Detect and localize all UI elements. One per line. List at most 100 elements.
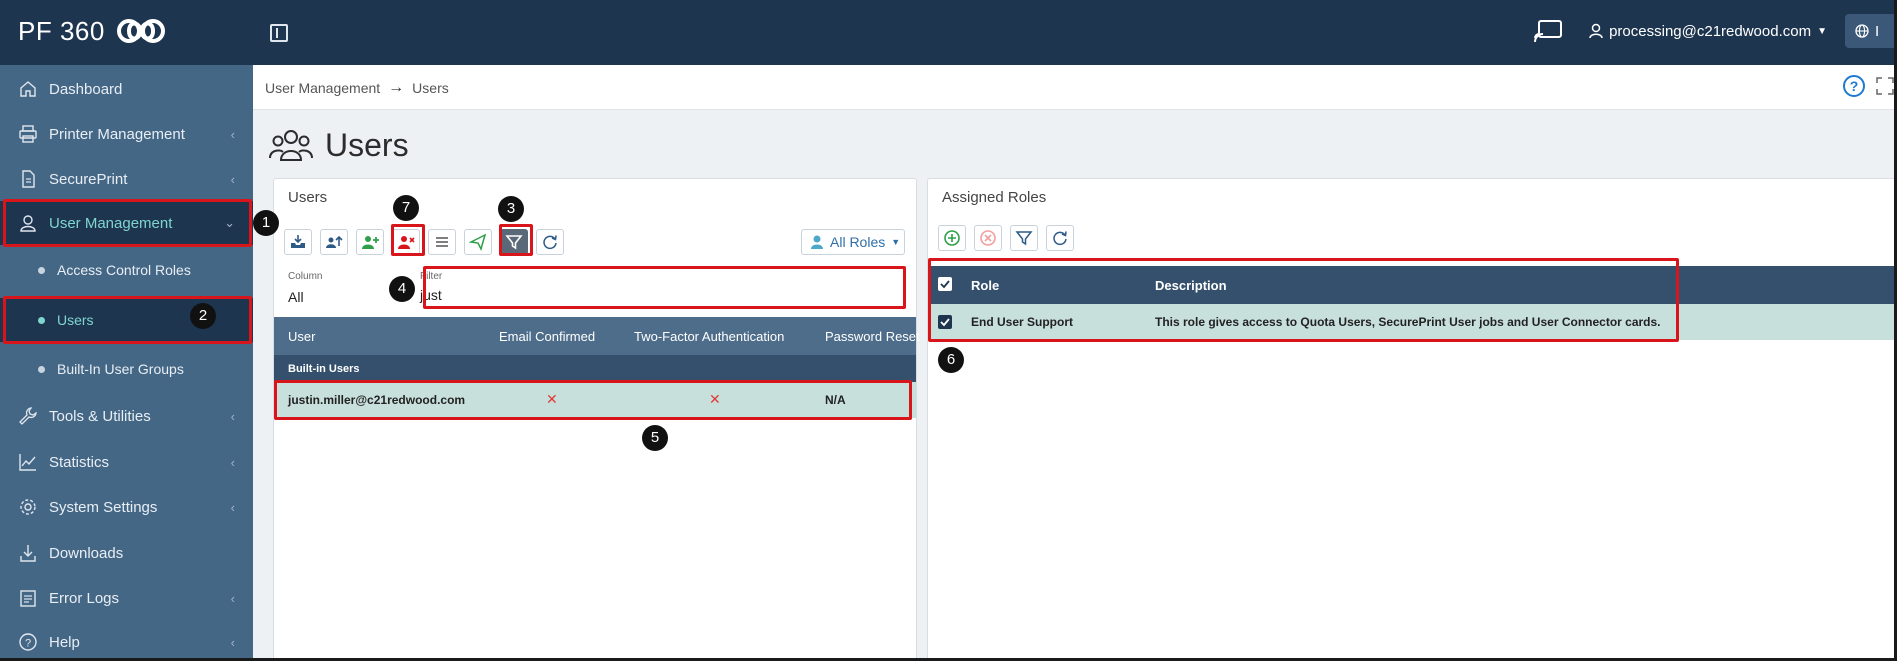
- sidebar-item-downloads[interactable]: Downloads: [0, 531, 253, 575]
- sidebar-item-secureprint[interactable]: SecurePrint ‹: [0, 157, 253, 201]
- inbox-icon: [291, 235, 305, 248]
- sidebar-item-label: System Settings: [49, 498, 158, 516]
- column-header-two-factor[interactable]: Two-Factor Authentication: [634, 329, 784, 344]
- language-code: I: [1875, 22, 1880, 40]
- table-row[interactable]: justin.miller@c21redwood.com ✕ ✕ N/A: [274, 382, 916, 418]
- sidebar-item-statistics[interactable]: Statistics ‹: [0, 440, 253, 484]
- sidebar-item-user-management[interactable]: User Management ⌄: [0, 201, 253, 245]
- import-users-button[interactable]: [284, 229, 312, 255]
- chevron-left-icon: ‹: [230, 408, 235, 424]
- column-header-role[interactable]: Role: [971, 278, 999, 293]
- sidebar-item-dashboard[interactable]: Dashboard: [0, 67, 253, 111]
- gear-icon: [20, 499, 36, 515]
- chevron-down-icon: ⌄: [224, 215, 235, 230]
- users-upload-icon: [326, 235, 343, 248]
- paper-plane-icon: [469, 233, 487, 251]
- sidebar-item-tools-utilities[interactable]: Tools & Utilities ‹: [0, 394, 253, 438]
- sidebar-item-label: Help: [49, 633, 80, 651]
- refresh-icon: [1053, 231, 1067, 246]
- sidebar-item-system-settings[interactable]: System Settings ‹: [0, 485, 253, 529]
- list-icon: [436, 237, 448, 247]
- user-email: processing@c21redwood.com: [1609, 22, 1812, 40]
- plus-circle-icon: [944, 230, 960, 246]
- roles-table-header: Role Description: [928, 266, 1894, 304]
- bullet-icon: [38, 365, 45, 373]
- callout-badge: 3: [498, 196, 524, 222]
- breadcrumb-parent[interactable]: User Management: [265, 80, 380, 96]
- brand-logo[interactable]: PF 360: [18, 15, 167, 47]
- assigned-roles-panel: Assigned Roles Role Description End User…: [927, 178, 1894, 658]
- filter-label: Filter: [420, 271, 443, 282]
- table-row[interactable]: End User Support This role gives access …: [928, 304, 1894, 340]
- filter-icon: [505, 235, 523, 250]
- breadcrumb: User Management → Users: [265, 79, 449, 97]
- globe-icon: [1855, 24, 1869, 38]
- filter-button[interactable]: [500, 229, 528, 255]
- users-panel: Users All Roles ▼ Column All Filter just…: [273, 178, 920, 658]
- column-select[interactable]: All: [288, 289, 304, 305]
- row-checkbox[interactable]: [938, 315, 952, 329]
- sidebar-subitem-label: Built-In User Groups: [57, 361, 184, 377]
- chevron-left-icon: ‹: [230, 499, 235, 515]
- sidebar-subitem-built-in-user-groups[interactable]: Built-In User Groups: [0, 347, 253, 391]
- remove-user-button[interactable]: [392, 229, 420, 255]
- users-table-header: User Email Confirmed Two-Factor Authenti…: [274, 317, 920, 355]
- password-reset-cell: N/A: [825, 393, 846, 407]
- sidebar-item-error-logs[interactable]: Error Logs ‹: [0, 576, 253, 620]
- close-icon: ✕: [709, 391, 721, 407]
- close-icon: ✕: [546, 391, 558, 407]
- callout-badge: 6: [938, 347, 964, 373]
- role-description-cell: This role gives access to Quota Users, S…: [1155, 315, 1661, 329]
- roles-filter-button[interactable]: [1010, 225, 1038, 251]
- arrow-right-icon: →: [388, 79, 405, 96]
- breadcrumb-bar: User Management → Users ?: [253, 65, 1895, 110]
- column-header-password-reset[interactable]: Password Reset: [825, 329, 920, 344]
- sidebar-item-printer-management[interactable]: Printer Management ‹: [0, 112, 253, 156]
- group-label: Built-in Users: [288, 363, 360, 375]
- roles-refresh-button[interactable]: [1046, 225, 1074, 251]
- top-right-controls: processing@c21redwood.com ▼ I: [1533, 14, 1894, 48]
- refresh-button[interactable]: [536, 229, 564, 255]
- printer-icon: [19, 125, 37, 143]
- filter-input[interactable]: just: [420, 287, 442, 303]
- chevron-left-icon: ‹: [230, 454, 235, 470]
- remote-display-icon[interactable]: [1533, 18, 1563, 44]
- breadcrumb-current: Users: [412, 80, 449, 96]
- fullscreen-icon[interactable]: [1875, 76, 1895, 96]
- help-circle-icon[interactable]: ?: [1843, 75, 1865, 97]
- chevron-left-icon: ‹: [230, 590, 235, 606]
- sidebar-subitem-access-control-roles[interactable]: Access Control Roles: [0, 248, 253, 292]
- app-frame: PF 360 processing@c21redwood.com ▼ I Das…: [0, 0, 1897, 661]
- callout-badge: 4: [389, 276, 415, 302]
- select-all-checkbox[interactable]: [938, 277, 952, 291]
- sidebar-item-label: Dashboard: [49, 80, 123, 98]
- roles-dropdown[interactable]: All Roles ▼: [801, 229, 905, 255]
- close-circle-icon: [980, 230, 996, 246]
- column-header-email-confirmed[interactable]: Email Confirmed: [499, 329, 595, 344]
- list-view-button[interactable]: [428, 229, 456, 255]
- infinity-logo-icon: [116, 19, 165, 43]
- checkmark-icon: [940, 318, 950, 327]
- column-header-description[interactable]: Description: [1155, 278, 1227, 293]
- wrench-icon: [19, 407, 37, 425]
- sidebar-item-label: User Management: [49, 214, 173, 232]
- roles-dropdown-label: All Roles: [830, 234, 886, 250]
- column-header-user[interactable]: User: [288, 329, 315, 344]
- send-invite-button[interactable]: [464, 229, 492, 255]
- add-user-button[interactable]: [356, 229, 384, 255]
- remove-role-button[interactable]: [974, 225, 1002, 251]
- user-icon: [811, 235, 823, 249]
- export-users-button[interactable]: [320, 229, 348, 255]
- user-icon: [20, 215, 36, 232]
- main-content: User Management → Users ? Users Users Al…: [253, 65, 1895, 658]
- user-plus-icon: [362, 236, 379, 249]
- callout-badge: 7: [393, 195, 419, 221]
- sidebar-item-help[interactable]: ? Help ‹: [0, 620, 253, 658]
- language-button[interactable]: I: [1845, 14, 1894, 48]
- sidebar-toggle-icon[interactable]: [270, 24, 288, 42]
- add-role-button[interactable]: [938, 225, 966, 251]
- chevron-left-icon: ‹: [230, 634, 235, 650]
- caret-down-icon: ▼: [1817, 25, 1827, 37]
- brand-name: PF 360: [18, 15, 105, 46]
- user-menu[interactable]: processing@c21redwood.com ▼: [1589, 23, 1827, 40]
